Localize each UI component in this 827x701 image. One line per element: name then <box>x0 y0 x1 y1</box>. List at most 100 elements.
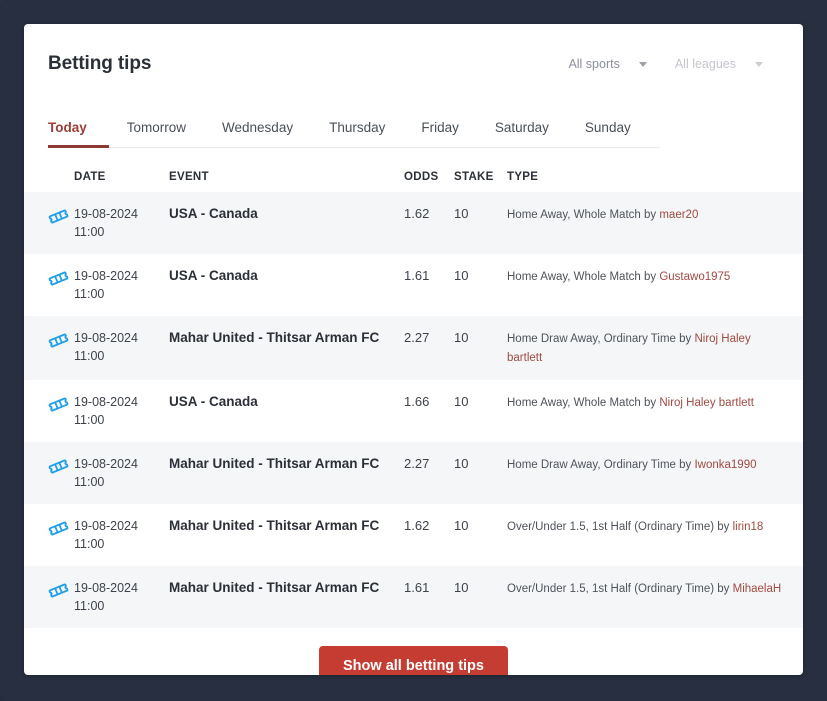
row-stake-cell: 10 <box>454 393 507 411</box>
row-type-cell: Home Away, Whole Match by Niroj Haley ba… <box>507 393 797 412</box>
row-type-text: Home Draw Away, Ordinary Time by <box>507 333 695 345</box>
row-event-name: Mahar United - Thitsar Arman FC <box>169 518 380 533</box>
table-row[interactable]: 19-08-2024 11:00 Mahar United - Thitsar Ar… <box>24 316 803 380</box>
row-event-cell[interactable]: USA - Canada <box>169 205 404 223</box>
tab-tomorrow[interactable]: Tomorrow <box>109 120 204 148</box>
row-event-cell[interactable]: USA - Canada <box>169 267 404 285</box>
tab-thursday[interactable]: Thursday <box>311 120 403 148</box>
tab-wednesday[interactable]: Wednesday <box>204 120 311 148</box>
tab-friday[interactable]: Friday <box>403 120 477 148</box>
row-date: 19-08-2024 <box>74 395 138 409</box>
row-time: 11:00 <box>74 599 105 613</box>
row-type-username[interactable]: Iwonka1990 <box>694 459 756 471</box>
row-date-cell: 19-08-2024 11:00 <box>74 579 169 615</box>
filter-all-sports-label: All sports <box>568 57 620 71</box>
row-type-username[interactable]: MihaelaH <box>733 583 782 595</box>
row-type-text: Over/Under 1.5, 1st Half (Ordinary Time)… <box>507 521 733 533</box>
chevron-down-icon <box>755 61 763 67</box>
table-header-stake: STAKE <box>454 171 494 183</box>
table-row[interactable]: 19-08-2024 11:00 USA - Canada 1.62 10 Home Aw… <box>24 192 803 254</box>
table-header-odds: ODDS <box>404 171 439 183</box>
row-time: 11:00 <box>74 475 105 489</box>
table-header-date: DATE <box>74 171 106 183</box>
day-tabs-container: Today Tomorrow Wednesday Thursday Friday… <box>48 104 779 148</box>
table-header-icon-spacer <box>48 177 74 178</box>
row-date-cell: 19-08-2024 11:00 <box>74 517 169 553</box>
row-type-username[interactable]: Niroj Haley bartlett <box>659 397 754 409</box>
row-event-cell[interactable]: Mahar United - Thitsar Arman FC <box>169 579 404 597</box>
row-type-cell: Home Draw Away, Ordinary Time by Iwonka1… <box>507 455 797 474</box>
tab-today[interactable]: Today <box>48 120 109 148</box>
row-odds-cell: 1.62 <box>404 517 454 535</box>
row-stake: 10 <box>454 580 469 595</box>
row-stake-cell: 10 <box>454 205 507 223</box>
row-event-name: USA - Canada <box>169 206 258 221</box>
row-event-cell[interactable]: USA - Canada <box>169 393 404 411</box>
show-all-betting-tips-button[interactable]: Show all betting tips <box>319 646 508 675</box>
row-odds-cell: 1.66 <box>404 393 454 411</box>
row-type-text: Home Away, Whole Match by <box>507 271 660 283</box>
row-event-cell[interactable]: Mahar United - Thitsar Arman FC <box>169 329 404 347</box>
row-stake-cell: 10 <box>454 517 507 535</box>
row-type-text: Home Draw Away, Ordinary Time by <box>507 459 695 471</box>
row-event-cell[interactable]: Mahar United - Thitsar Arman FC <box>169 517 404 535</box>
table-header-event: EVENT <box>169 171 209 183</box>
card-header: Betting tips All sports All leagues <box>24 24 803 104</box>
row-odds-cell: 1.62 <box>404 205 454 223</box>
row-event-name: Mahar United - Thitsar Arman FC <box>169 330 380 345</box>
row-date: 19-08-2024 <box>74 519 138 533</box>
row-time: 11:00 <box>74 413 105 427</box>
row-stake-cell: 10 <box>454 455 507 473</box>
row-date-cell: 19-08-2024 11:00 <box>74 205 169 241</box>
ticket-icon <box>48 455 74 477</box>
row-odds-cell: 2.27 <box>404 455 454 473</box>
betting-tips-card: Betting tips All sports All leagues Toda… <box>24 24 803 675</box>
row-type-username[interactable]: maer20 <box>659 209 698 221</box>
ticket-icon <box>48 205 74 227</box>
card-footer: Show all betting tips <box>24 628 803 675</box>
row-date: 19-08-2024 <box>74 457 138 471</box>
filter-all-leagues[interactable]: All leagues <box>675 57 763 71</box>
row-type-cell: Over/Under 1.5, 1st Half (Ordinary Time)… <box>507 579 797 598</box>
row-odds-cell: 2.27 <box>404 329 454 347</box>
row-type-username[interactable]: Gustawo1975 <box>659 271 730 283</box>
table-row[interactable]: 19-08-2024 11:00 Mahar United - Thitsar Ar… <box>24 442 803 504</box>
table-row[interactable]: 19-08-2024 11:00 USA - Canada 1.61 10 Home Aw… <box>24 254 803 316</box>
row-odds: 2.27 <box>404 456 430 471</box>
row-event-name: USA - Canada <box>169 394 258 409</box>
row-date: 19-08-2024 <box>74 331 138 345</box>
filter-all-sports[interactable]: All sports <box>568 57 647 71</box>
page-title: Betting tips <box>48 53 152 74</box>
table-row[interactable]: 19-08-2024 11:00 Mahar United - Thitsar Ar… <box>24 566 803 628</box>
row-time: 11:00 <box>74 349 105 363</box>
row-type-cell: Over/Under 1.5, 1st Half (Ordinary Time)… <box>507 517 797 536</box>
row-odds: 1.61 <box>404 268 430 283</box>
row-stake-cell: 10 <box>454 329 507 347</box>
table-row[interactable]: 19-08-2024 11:00 Mahar United - Thitsar Ar… <box>24 504 803 566</box>
row-date-cell: 19-08-2024 11:00 <box>74 329 169 365</box>
tab-sunday[interactable]: Sunday <box>567 120 649 148</box>
row-stake: 10 <box>454 394 469 409</box>
row-odds: 1.61 <box>404 580 430 595</box>
row-odds: 1.62 <box>404 518 430 533</box>
tab-saturday[interactable]: Saturday <box>477 120 567 148</box>
row-type-cell: Home Away, Whole Match by maer20 <box>507 205 797 224</box>
table-body: 19-08-2024 11:00 USA - Canada 1.62 10 Home Aw… <box>24 192 803 628</box>
row-event-cell[interactable]: Mahar United - Thitsar Arman FC <box>169 455 404 473</box>
row-stake: 10 <box>454 456 469 471</box>
row-type-username[interactable]: lirin18 <box>733 521 764 533</box>
row-odds-cell: 1.61 <box>404 267 454 285</box>
row-type-text: Over/Under 1.5, 1st Half (Ordinary Time)… <box>507 583 733 595</box>
table-header-type: TYPE <box>507 171 539 183</box>
row-odds-cell: 1.61 <box>404 579 454 597</box>
row-odds: 1.62 <box>404 206 430 221</box>
row-type-cell: Home Away, Whole Match by Gustawo1975 <box>507 267 797 286</box>
ticket-icon <box>48 329 74 351</box>
row-odds: 2.27 <box>404 330 430 345</box>
table-row[interactable]: 19-08-2024 11:00 USA - Canada 1.66 10 Home Aw… <box>24 380 803 442</box>
row-event-name: Mahar United - Thitsar Arman FC <box>169 456 380 471</box>
row-time: 11:00 <box>74 537 105 551</box>
header-filters: All sports All leagues <box>568 57 779 71</box>
row-stake: 10 <box>454 268 469 283</box>
ticket-icon <box>48 393 74 415</box>
